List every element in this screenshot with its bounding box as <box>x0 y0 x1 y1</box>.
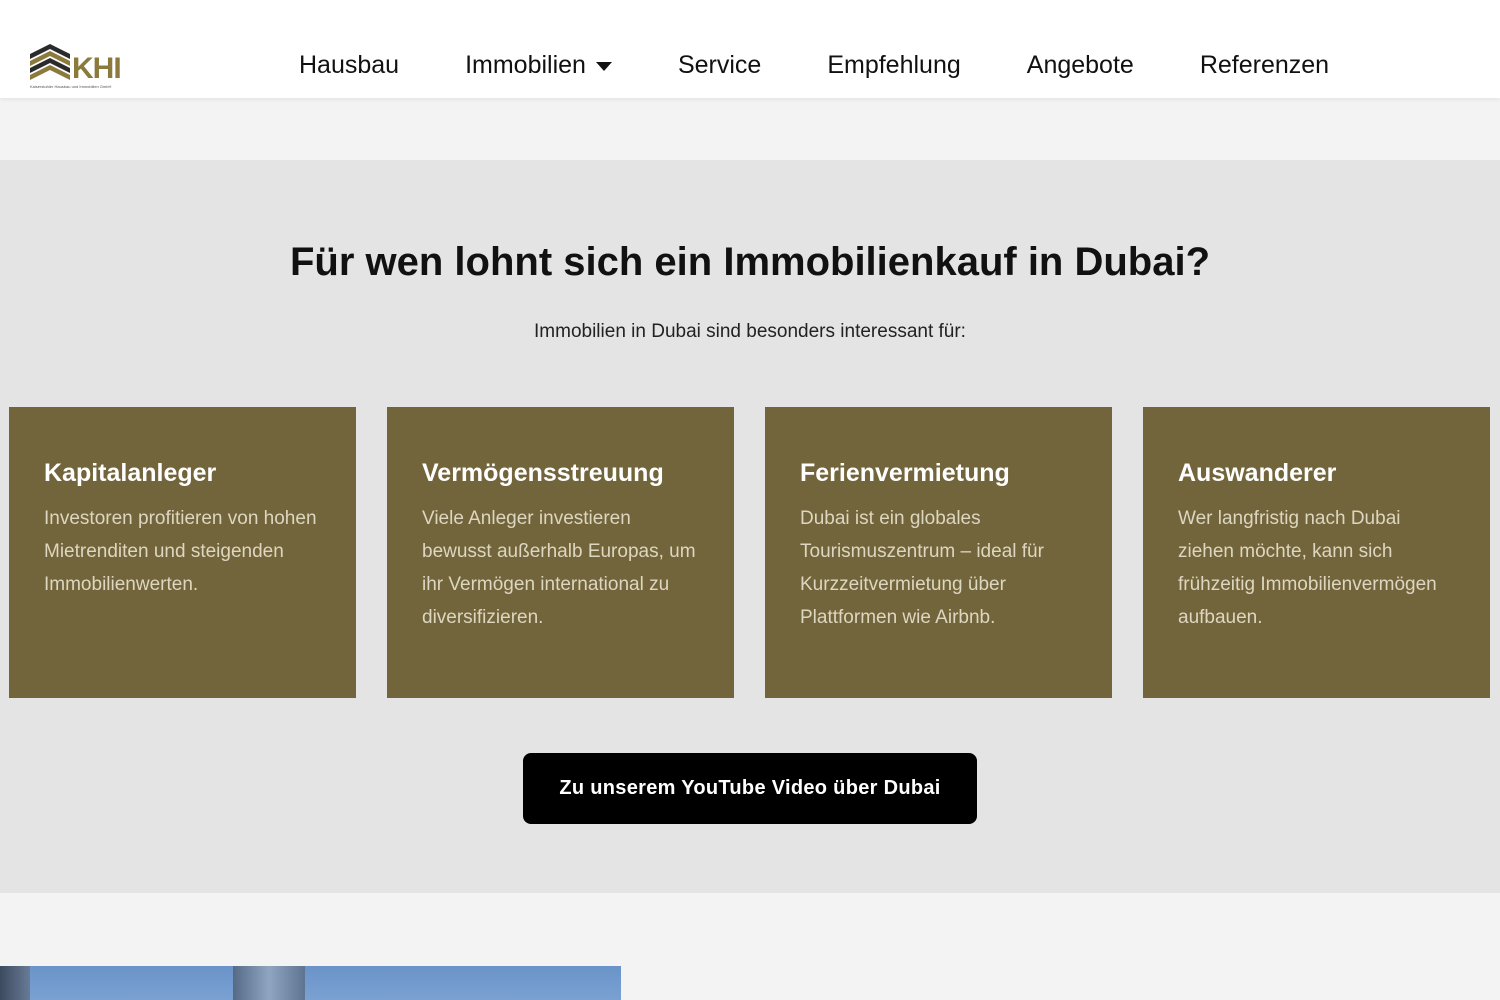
building-shape <box>0 966 30 1000</box>
section-subheading: Immobilien in Dubai sind besonders inter… <box>534 321 966 342</box>
logo-text: KHI <box>72 52 122 85</box>
site-header: KHI Kaiserstuhler Hausbau und Immobilien… <box>0 32 1500 98</box>
skyscraper-shape <box>233 966 305 1000</box>
main-nav: Hausbau Immobilien Service Empfehlung An… <box>299 32 1329 98</box>
nav-label: Service <box>677 50 762 79</box>
nav-item-hausbau[interactable]: Hausbau <box>299 51 399 80</box>
card-text: Dubai ist ein globales Tourismuszentrum … <box>800 508 1044 628</box>
logo-subtitle: Kaiserstuhler Hausbau und Immobilien Gmb… <box>30 84 112 89</box>
card-title: Auswanderer <box>1178 459 1337 487</box>
youtube-video-button[interactable]: Zu unserem YouTube Video über Dubai <box>523 753 977 824</box>
nav-item-empfehlung[interactable]: Empfehlung <box>827 51 960 80</box>
section-heading: Für wen lohnt sich ein Immobilienkauf in… <box>289 240 1211 284</box>
nav-label: Immobilien <box>465 50 586 79</box>
card-text: Investoren profitieren von hohen Mietren… <box>44 508 317 595</box>
card-title: Ferienvermietung <box>800 459 1010 487</box>
card-title: Vermögensstreuung <box>422 459 664 487</box>
nav-item-angebote[interactable]: Angebote <box>1027 51 1134 80</box>
nav-label: Referenzen <box>1199 50 1330 79</box>
caret-down-icon <box>595 61 612 71</box>
card-kapitalanleger: Kapitalanleger Investoren profitieren vo… <box>9 407 356 698</box>
nav-label: Angebote <box>1026 50 1134 79</box>
dubai-photo <box>0 966 621 1000</box>
card-text: Viele Anleger investieren bewusst außerh… <box>422 508 696 628</box>
card-auswanderer: Auswanderer Wer langfristig nach Dubai z… <box>1143 407 1490 698</box>
nav-item-service[interactable]: Service <box>678 51 761 80</box>
nav-item-immobilien[interactable]: Immobilien <box>465 51 612 80</box>
nav-item-referenzen[interactable]: Referenzen <box>1200 51 1329 80</box>
card-ferienvermietung: Ferienvermietung Dubai ist ein globales … <box>765 407 1112 698</box>
logo-chevrons-icon <box>30 44 70 80</box>
card-vermoegensstreuung: Vermögensstreuung Viele Anleger investie… <box>387 407 734 698</box>
nav-label: Hausbau <box>299 50 400 79</box>
top-bar <box>0 0 1500 32</box>
card-text: Wer langfristig nach Dubai ziehen möchte… <box>1178 508 1437 628</box>
nav-label: Empfehlung <box>827 50 961 79</box>
card-title: Kapitalanleger <box>44 459 217 487</box>
khi-logo[interactable]: KHI Kaiserstuhler Hausbau und Immobilien… <box>28 42 128 90</box>
